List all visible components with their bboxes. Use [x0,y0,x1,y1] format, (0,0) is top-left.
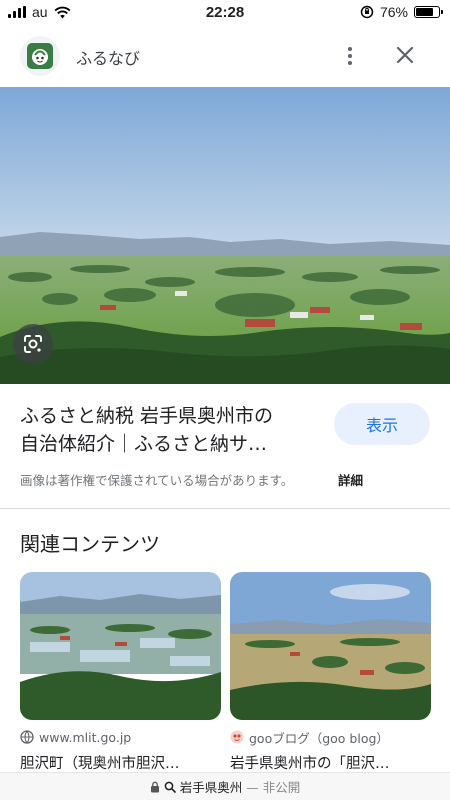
related-source: www.mlit.go.jp [20,728,221,746]
lock-icon [150,781,159,792]
result-title-line1: ふるさと納税 岩手県奥州市の [20,405,274,427]
related-title[interactable]: 岩手県奥州市の「胆沢… [230,752,431,773]
result-title[interactable]: ふるさと納税 岩手県奥州市の 自治体紹介｜ふるさと納サ… [20,402,320,458]
site-name: ふるなび [76,49,141,68]
landscape-photo [0,87,450,384]
goo-blog-icon [230,730,244,744]
related-card-image[interactable] [20,572,221,720]
google-lens-icon [24,335,42,353]
show-button[interactable]: 表示 [334,403,430,445]
furunavi-logo-icon [27,43,53,69]
battery-percent: 76% [379,4,408,20]
status-right: 76% [360,4,443,20]
result-title-line2: 自治体紹介｜ふるさと納サ… [20,433,268,455]
orientation-lock-icon [360,5,374,19]
related-heading: 関連コンテンツ [20,532,160,556]
search-icon [164,781,176,793]
site-logo[interactable] [20,36,60,76]
close-icon[interactable] [392,42,418,68]
battery-icon [414,6,443,18]
related-source-label: gooブログ（goo blog） [249,730,389,746]
more-options-icon[interactable] [338,44,362,68]
divider [0,508,450,509]
related-card[interactable]: gooブログ（goo blog） 岩手県奥州市の「胆沢… [230,572,431,773]
url-query: 岩手県奥州 [179,780,243,795]
related-source: gooブログ（goo blog） [230,728,431,746]
related-title[interactable]: 胆沢町（現奥州市胆沢… [20,752,221,773]
details-link[interactable]: 詳細 [338,470,363,489]
status-bar: au 22:28 76% [0,0,450,26]
hero-image[interactable] [0,87,450,384]
globe-icon [20,730,34,744]
google-lens-button[interactable] [13,324,53,364]
related-photo [230,572,431,720]
related-card[interactable]: www.mlit.go.jp 胆沢町（現奥州市胆沢… [20,572,221,773]
related-card-image[interactable] [230,572,431,720]
related-source-label: www.mlit.go.jp [39,729,132,745]
app-header: ふるなび [0,30,450,82]
url-bar[interactable]: 岩手県奥州 — 非公開 [0,772,450,800]
copyright-notice: 画像は著作権で保護されている場合があります。 [20,473,294,488]
private-label: — 非公開 [246,780,301,795]
related-photo [20,572,221,720]
